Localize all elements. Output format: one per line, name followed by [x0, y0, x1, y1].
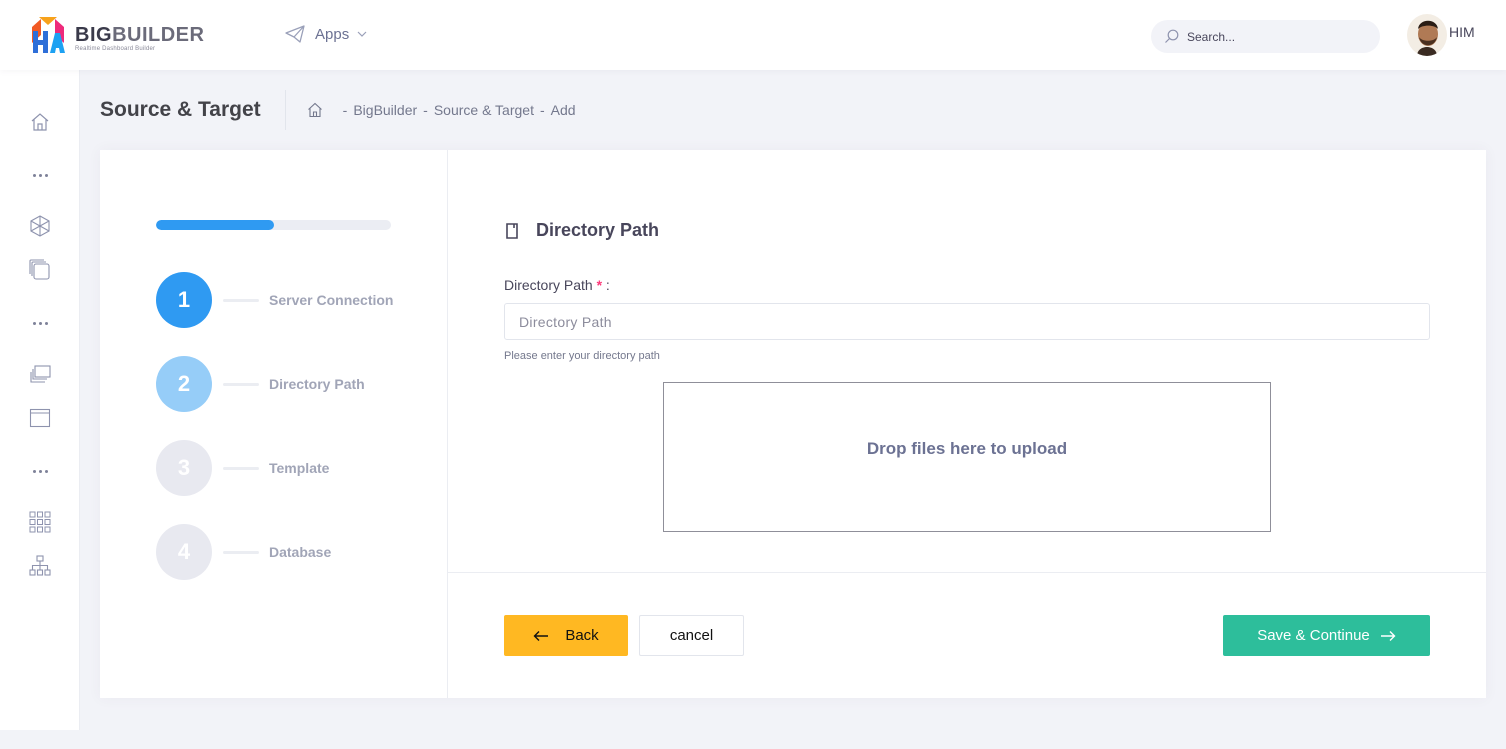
wizard-step-4[interactable]: 4 Database	[156, 524, 331, 580]
brand-name: BIGBUILDER	[75, 24, 205, 46]
bookmark-icon	[506, 222, 518, 239]
brand-logo[interactable]: BIGBUILDER Realtime Dashboard Builder	[29, 15, 204, 55]
layers-icon	[29, 259, 50, 280]
wizard-card: 1 Server Connection 2 Directory Path 3 T…	[100, 150, 1486, 698]
step-number: 3	[156, 440, 212, 496]
search-icon	[1165, 29, 1179, 43]
more-dots-icon	[28, 318, 52, 328]
breadcrumb-item[interactable]: Source & Target	[434, 102, 534, 118]
step-number: 4	[156, 524, 212, 580]
apps-label: Apps	[315, 25, 350, 43]
brand-tagline: Realtime Dashboard Builder	[75, 46, 156, 52]
sidebar-layers[interactable]	[28, 258, 52, 282]
chevron-down-icon	[357, 31, 367, 37]
wizard-progress-fill	[156, 220, 274, 230]
step-number: 1	[156, 272, 212, 328]
stack-icon	[30, 365, 51, 383]
cube-icon	[30, 215, 50, 237]
section-title: Directory Path	[504, 220, 659, 241]
sidebar-home[interactable]	[28, 110, 52, 134]
wizard-step-2[interactable]: 2 Directory Path	[156, 356, 365, 412]
sidebar-stack[interactable]	[28, 362, 52, 386]
directory-path-help: Please enter your directory path	[504, 350, 660, 362]
breadcrumb-home[interactable]	[307, 102, 323, 118]
breadcrumb-item[interactable]: Add	[551, 102, 576, 118]
step-label: Database	[269, 544, 332, 560]
wizard-step-1[interactable]: 1 Server Connection	[156, 272, 393, 328]
step-connector	[223, 298, 259, 302]
cancel-button[interactable]: cancel	[639, 615, 744, 656]
wizard-content: Directory Path Directory Path * : Please…	[448, 150, 1486, 698]
directory-path-label: Directory Path * :	[504, 277, 610, 293]
dropzone-message: Drop files here to upload	[866, 439, 1068, 458]
step-label: Template	[269, 460, 330, 476]
more-dots-icon	[28, 466, 52, 476]
apps-menu[interactable]: Apps	[285, 25, 377, 43]
step-label: Server Connection	[269, 292, 394, 308]
form-divider	[448, 572, 1486, 573]
breadcrumb-item[interactable]: BigBuilder	[353, 102, 417, 118]
subheader: Source & Target - BigBuilder - Source & …	[100, 90, 576, 130]
window-icon	[29, 408, 51, 428]
logo-icon	[32, 17, 65, 53]
home-icon	[31, 113, 49, 131]
step-connector	[223, 466, 259, 470]
search-box[interactable]	[1151, 20, 1380, 53]
step-label: Directory Path	[269, 376, 365, 392]
directory-path-input[interactable]	[504, 303, 1430, 340]
step-connector	[223, 382, 259, 386]
paper-plane-icon	[285, 25, 305, 43]
arrow-left-icon	[533, 630, 549, 641]
back-button[interactable]: Back	[504, 615, 628, 656]
sidebar-grid[interactable]	[28, 510, 52, 534]
search-input[interactable]	[1187, 29, 1367, 44]
breadcrumb: - BigBuilder - Source & Target - Add	[307, 102, 576, 118]
sidebar-window[interactable]	[28, 406, 52, 430]
step-number: 2	[156, 356, 212, 412]
grid-icon	[29, 511, 51, 533]
wizard-progress-bar	[156, 220, 391, 230]
user-name: HIM	[1449, 24, 1475, 40]
page-title: Source & Target	[100, 90, 286, 130]
file-dropzone[interactable]: Drop files here to upload	[663, 382, 1271, 532]
sidebar-sitemap[interactable]	[28, 554, 52, 578]
top-header: BIGBUILDER Realtime Dashboard Builder Ap…	[0, 0, 1506, 70]
wizard-step-3[interactable]: 3 Template	[156, 440, 329, 496]
sidebar	[0, 70, 80, 730]
home-icon	[307, 102, 322, 118]
step-connector	[223, 550, 259, 554]
arrow-right-icon	[1380, 630, 1396, 641]
more-dots-icon	[28, 170, 52, 180]
sitemap-icon	[29, 555, 51, 576]
wizard-nav: 1 Server Connection 2 Directory Path 3 T…	[100, 150, 448, 698]
save-continue-button[interactable]: Save & Continue	[1223, 615, 1430, 656]
avatar	[1407, 14, 1447, 56]
sidebar-cube[interactable]	[28, 214, 52, 238]
user-menu[interactable]: HIM	[1407, 14, 1475, 56]
